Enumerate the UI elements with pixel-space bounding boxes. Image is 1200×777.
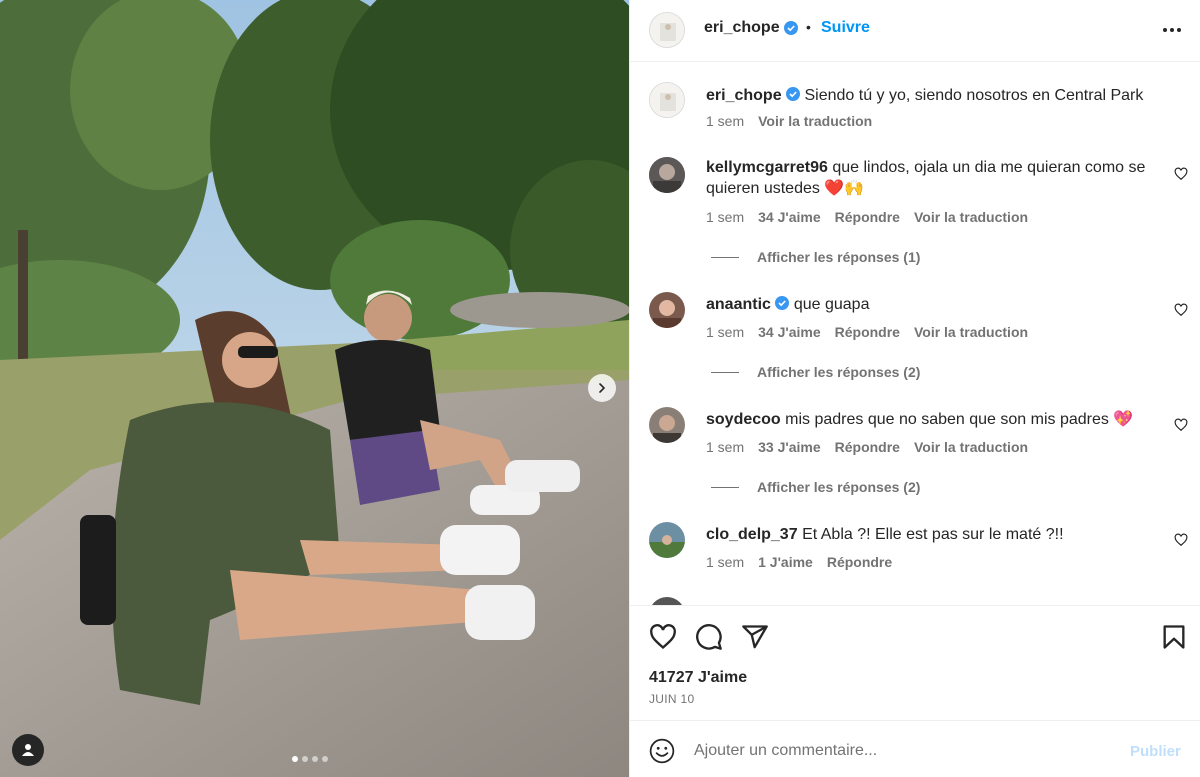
caption-body: Siendo tú y yo, siendo nosotros en Centr… bbox=[804, 87, 1144, 104]
comment-body: Et Abla ?! Elle est pas sur le maté ?!! bbox=[802, 526, 1064, 543]
comment-meta: 1 sem 33 J'aime Répondre Voir la traduct… bbox=[706, 439, 1042, 455]
header-separator: • bbox=[806, 19, 811, 35]
avatar-image bbox=[649, 407, 685, 443]
post-details-panel: eri_chope • Suivre eri_chope Siendo tú y… bbox=[629, 0, 1200, 777]
comment-body: mis padres que no saben que son mis padr… bbox=[785, 411, 1134, 428]
view-replies-label[interactable]: Afficher les réponses (1) bbox=[757, 249, 920, 265]
commenter-avatar[interactable] bbox=[649, 407, 685, 443]
share-icon[interactable] bbox=[741, 623, 769, 651]
commenter-avatar[interactable] bbox=[649, 597, 685, 605]
replies-divider bbox=[711, 486, 739, 488]
chevron-right-icon bbox=[599, 383, 606, 393]
comment-username[interactable]: kellymcgarret96 bbox=[706, 159, 828, 176]
post-image bbox=[0, 0, 629, 777]
comment-username[interactable]: anaantic bbox=[706, 296, 771, 313]
commenter-avatar[interactable] bbox=[649, 157, 685, 193]
comment-time: 1 sem bbox=[706, 439, 745, 455]
commenter-avatar[interactable] bbox=[649, 522, 685, 558]
comment-likes[interactable]: 1 J'aime bbox=[758, 554, 813, 570]
view-replies-button[interactable]: Afficher les réponses (1) bbox=[711, 249, 920, 265]
person-tag-icon bbox=[22, 744, 34, 756]
comment-time: 1 sem bbox=[706, 554, 745, 570]
comment-username[interactable]: clo_delp_37 bbox=[706, 526, 798, 543]
comment-username[interactable]: soydecoo bbox=[706, 411, 781, 428]
replies-divider bbox=[711, 256, 739, 258]
avatar-image bbox=[649, 522, 685, 558]
reply-button[interactable]: Répondre bbox=[835, 209, 900, 225]
comment-body: que guapa bbox=[793, 296, 870, 313]
comment-meta: 1 sem 1 J'aime Répondre bbox=[706, 554, 906, 570]
reply-button[interactable]: Répondre bbox=[827, 554, 892, 570]
comment-text: soydecoo mis padres que no saben que son… bbox=[706, 409, 1166, 430]
verified-icon bbox=[783, 21, 798, 35]
follow-button[interactable]: Suivre bbox=[821, 19, 870, 37]
reply-button[interactable]: Répondre bbox=[835, 439, 900, 455]
next-photo-button[interactable] bbox=[588, 374, 616, 402]
author-avatar[interactable] bbox=[649, 12, 685, 48]
comment-input[interactable] bbox=[694, 737, 1114, 765]
post-date: JUIN 10 bbox=[649, 692, 695, 706]
view-replies-button[interactable]: Afficher les réponses (2) bbox=[711, 479, 920, 495]
comments-list[interactable]: eri_chope Siendo tú y yo, siendo nosotro… bbox=[630, 63, 1200, 605]
comment-meta: 1 sem 34 J'aime Répondre Voir la traduct… bbox=[706, 209, 1042, 225]
translate-link[interactable]: Voir la traduction bbox=[914, 209, 1028, 225]
translate-link[interactable]: Voir la traduction bbox=[914, 324, 1028, 340]
comment-time: 1 sem bbox=[706, 209, 745, 225]
caption-avatar[interactable] bbox=[649, 82, 685, 118]
comment-likes[interactable]: 33 J'aime bbox=[758, 439, 821, 455]
reply-button[interactable]: Répondre bbox=[835, 324, 900, 340]
author-username[interactable]: eri_chope bbox=[704, 19, 798, 37]
more-options-icon[interactable] bbox=[1160, 22, 1184, 38]
comment-time: 1 sem bbox=[706, 324, 745, 340]
carousel-indicator bbox=[292, 756, 328, 762]
heart-icon[interactable] bbox=[1174, 167, 1188, 181]
view-replies-label[interactable]: Afficher les réponses (2) bbox=[757, 479, 920, 495]
commenter-avatar[interactable] bbox=[649, 292, 685, 328]
translate-link[interactable]: Voir la traduction bbox=[914, 439, 1028, 455]
caption-meta: 1 sem Voir la traduction bbox=[706, 113, 886, 129]
comment-likes[interactable]: 34 J'aime bbox=[758, 209, 821, 225]
comment-composer: Publier bbox=[630, 720, 1200, 777]
avatar-image bbox=[649, 157, 685, 193]
view-replies-label[interactable]: Afficher les réponses (2) bbox=[757, 364, 920, 380]
heart-icon[interactable] bbox=[1174, 418, 1188, 432]
comment-likes[interactable]: 34 J'aime bbox=[758, 324, 821, 340]
carousel-dot bbox=[302, 756, 308, 762]
heart-icon[interactable] bbox=[1174, 303, 1188, 317]
author-username-text[interactable]: eri_chope bbox=[704, 19, 780, 37]
post-photo[interactable] bbox=[0, 0, 629, 777]
avatar-image bbox=[649, 292, 685, 328]
bookmark-icon[interactable] bbox=[1160, 623, 1188, 651]
verified-icon bbox=[786, 87, 801, 101]
replies-divider bbox=[711, 371, 739, 373]
caption-translate-link[interactable]: Voir la traduction bbox=[758, 113, 872, 129]
comment-text: clo_delp_37 Et Abla ?! Elle est pas sur … bbox=[706, 524, 1166, 545]
comment-meta: 1 sem 34 J'aime Répondre Voir la traduct… bbox=[706, 324, 1042, 340]
comment-text: anaantic que guapa bbox=[706, 294, 1166, 315]
view-replies-button[interactable]: Afficher les réponses (2) bbox=[711, 364, 920, 380]
comment-icon[interactable] bbox=[695, 623, 723, 651]
emoji-icon[interactable] bbox=[649, 738, 675, 764]
comment-text: kellymcgarret96 que lindos, ojala un dia… bbox=[706, 157, 1166, 199]
heart-icon[interactable] bbox=[649, 623, 677, 651]
caption-text: eri_chope Siendo tú y yo, siendo nosotro… bbox=[706, 85, 1166, 106]
like-count[interactable]: 41727 J'aime bbox=[649, 669, 747, 687]
verified-icon bbox=[775, 296, 790, 310]
carousel-dot bbox=[312, 756, 318, 762]
avatar-image bbox=[650, 13, 684, 47]
post-header: eri_chope • Suivre bbox=[630, 0, 1200, 62]
tagged-people-button[interactable] bbox=[12, 734, 44, 766]
avatar-image bbox=[650, 83, 684, 117]
publish-button[interactable]: Publier bbox=[1130, 743, 1181, 760]
carousel-dot bbox=[292, 756, 298, 762]
caption-time: 1 sem bbox=[706, 113, 745, 129]
carousel-dot bbox=[322, 756, 328, 762]
heart-icon[interactable] bbox=[1174, 533, 1188, 547]
caption-username[interactable]: eri_chope bbox=[706, 87, 782, 104]
